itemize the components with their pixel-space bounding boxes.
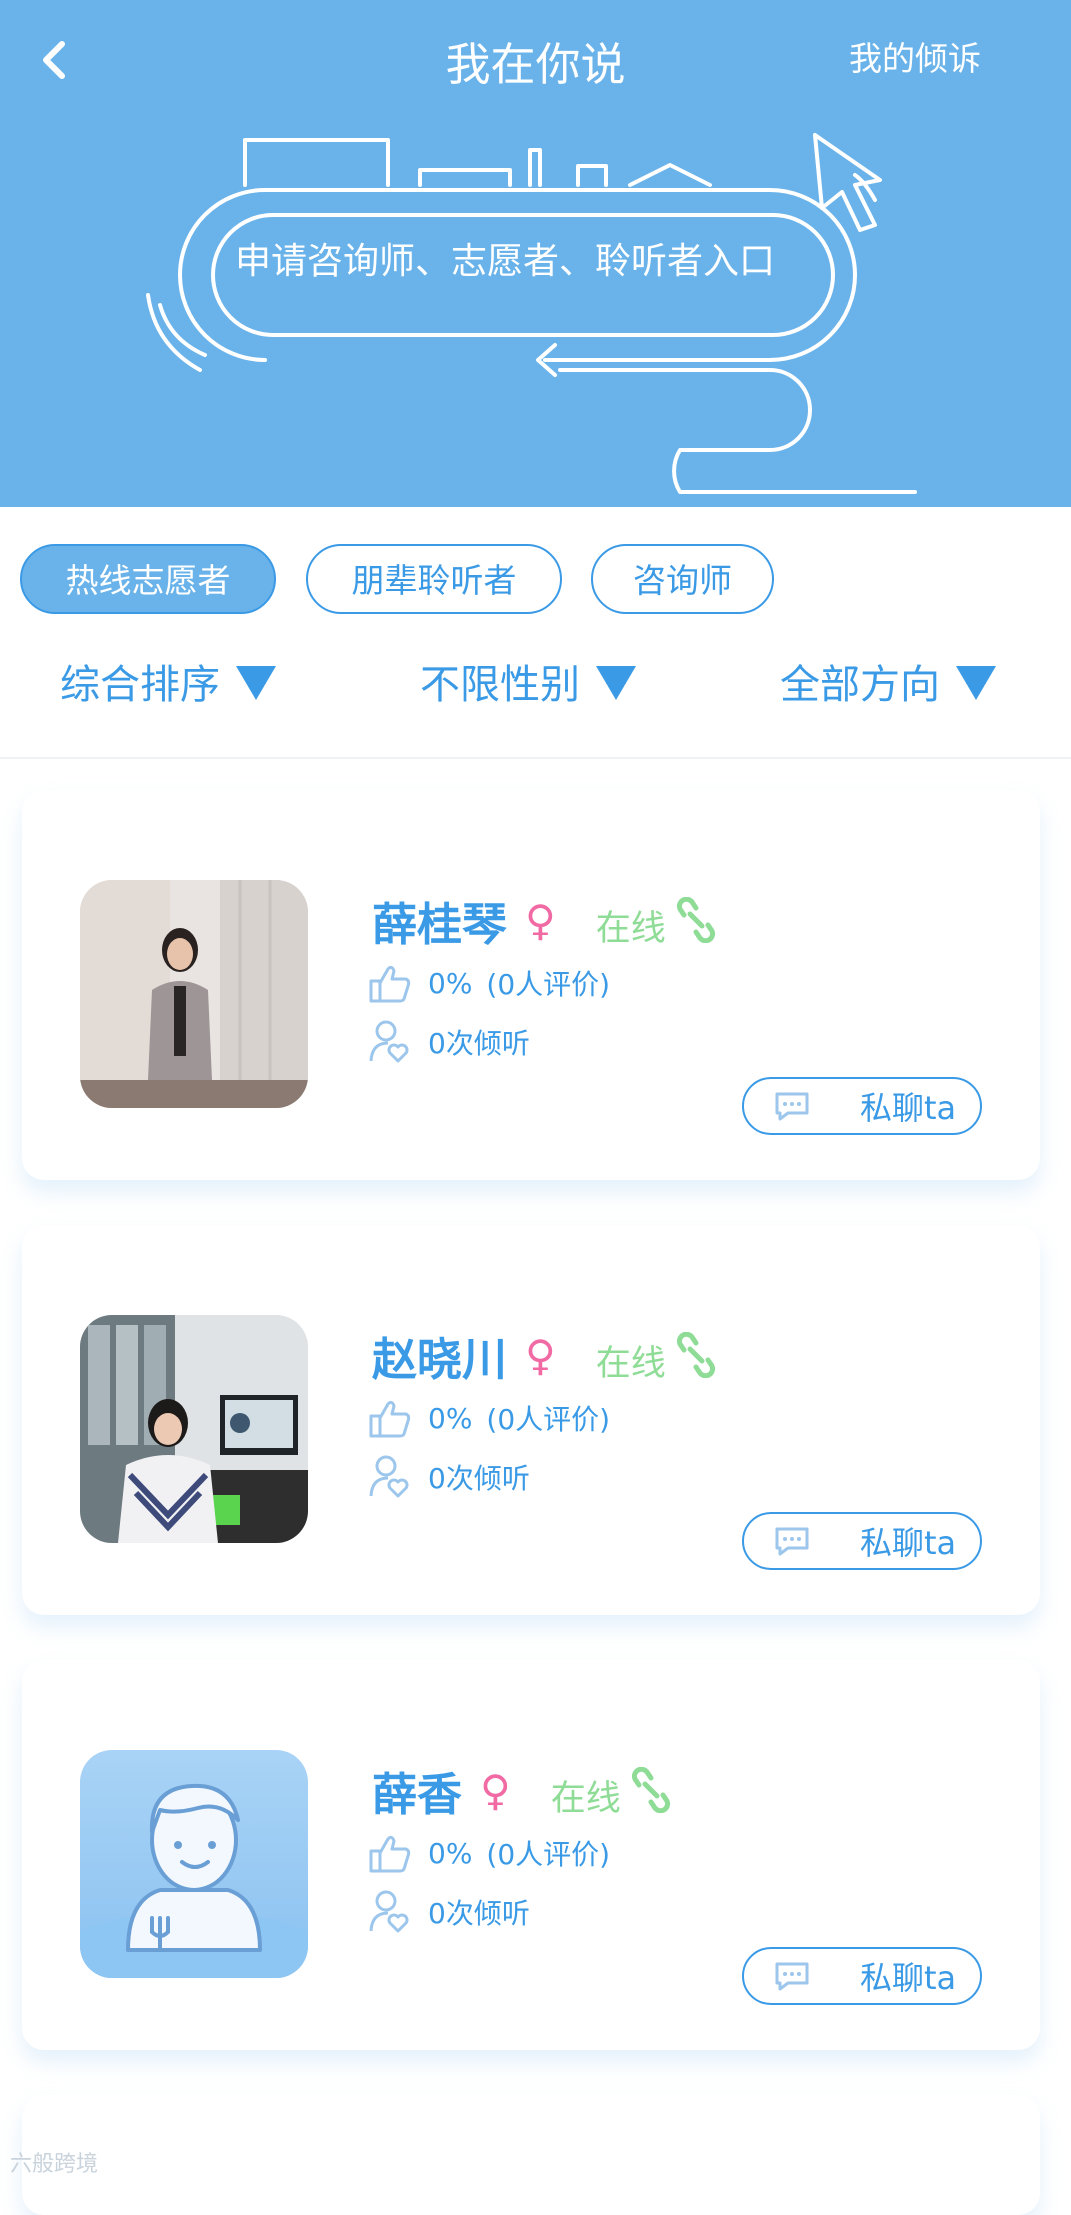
listener-heart-icon xyxy=(369,1890,409,1933)
private-chat-button[interactable]: 私聊ta xyxy=(742,1512,982,1570)
my-talks-link[interactable]: 我的倾诉 xyxy=(849,32,981,80)
listen-row: 0次倾听 xyxy=(368,1887,530,1937)
triangle-down-icon xyxy=(956,666,996,700)
online-status: 在线 xyxy=(595,1343,666,1384)
tab-counselor[interactable]: 咨询师 xyxy=(591,544,774,614)
private-chat-label: 私聊ta xyxy=(860,1959,957,1997)
rating-value: 0% xyxy=(428,1401,473,1435)
header-banner: 我在你说 我的倾诉 申请咨询师、志愿者、聆听者入口 xyxy=(0,0,1071,507)
listen-count: 0次倾听 xyxy=(428,1462,530,1495)
rating-row: 0% (0人评价) xyxy=(368,1828,610,1878)
divider xyxy=(0,757,1071,759)
rating-value: 0% xyxy=(428,966,473,1000)
listen-row: 0次倾听 xyxy=(368,1017,530,1067)
chat-icon xyxy=(775,1962,809,1991)
rating-value: 0% xyxy=(428,1836,473,1870)
counselor-name: 薛桂琴 xyxy=(372,897,508,951)
name-row: 赵晓川 ♀ 在线 xyxy=(372,1320,716,1390)
counselor-card[interactable]: 赵晓川 ♀ 在线 0% (0人评价) 0次倾听 私聊ta xyxy=(22,1225,1040,1615)
category-tabs: 热线志愿者 朋辈聆听者 咨询师 xyxy=(0,540,1071,620)
chat-icon xyxy=(775,1092,809,1121)
private-chat-label: 私聊ta xyxy=(860,1089,957,1127)
apply-entry-link[interactable]: 申请咨询师、志愿者、聆听者入口 xyxy=(215,232,795,284)
listener-heart-icon xyxy=(369,1455,409,1498)
rating-row: 0% (0人评价) xyxy=(368,958,610,1008)
name-row: 薛桂琴 ♀ 在线 xyxy=(372,885,716,955)
counselor-name: 薛香 xyxy=(372,1767,463,1821)
gender-filter-label: 不限性别 xyxy=(420,662,580,708)
triangle-down-icon xyxy=(236,666,276,700)
sort-filter[interactable]: 综合排序 xyxy=(60,650,276,720)
online-status: 在线 xyxy=(595,908,666,949)
triangle-down-icon xyxy=(596,666,636,700)
online-status: 在线 xyxy=(550,1778,621,1819)
rating-row: 0% (0人评价) xyxy=(368,1393,610,1443)
direction-filter-label: 全部方向 xyxy=(780,662,940,708)
banner-illustration xyxy=(146,133,917,494)
female-icon: ♀ xyxy=(525,1330,556,1380)
direction-filter[interactable]: 全部方向 xyxy=(780,650,996,720)
tab-hotline-volunteer[interactable]: 热线志愿者 xyxy=(20,544,276,614)
filter-bar: 综合排序 不限性别 全部方向 xyxy=(0,650,1071,720)
gender-filter[interactable]: 不限性别 xyxy=(420,650,636,720)
counselor-card[interactable]: 薛香 ♀ 在线 0% (0人评价) 0次倾听 私聊ta xyxy=(22,1660,1040,2050)
private-chat-label: 私聊ta xyxy=(860,1524,957,1562)
watermark: 六般跨境 xyxy=(10,2152,99,2177)
counselor-card[interactable] xyxy=(22,2095,1040,2215)
default-avatar-icon xyxy=(80,1750,308,1978)
counselor-card[interactable]: 薛桂琴 ♀ 在线 0% (0人评价) 0次倾听 私聊ta xyxy=(22,790,1040,1180)
review-count: (0人评价) xyxy=(486,1838,611,1871)
link-icon xyxy=(676,897,715,943)
link-icon xyxy=(631,1767,670,1813)
sort-filter-label: 综合排序 xyxy=(60,662,220,708)
listen-count: 0次倾听 xyxy=(428,1027,530,1060)
thumbs-up-icon xyxy=(369,1400,411,1438)
review-count: (0人评价) xyxy=(486,968,611,1001)
tab-peer-listener[interactable]: 朋辈聆听者 xyxy=(306,544,562,614)
listen-count: 0次倾听 xyxy=(428,1897,530,1930)
private-chat-button[interactable]: 私聊ta xyxy=(742,1947,982,2005)
review-count: (0人评价) xyxy=(486,1403,611,1436)
link-icon xyxy=(676,1332,715,1378)
avatar xyxy=(80,880,308,1108)
private-chat-button[interactable]: 私聊ta xyxy=(742,1077,982,1135)
avatar xyxy=(80,1315,308,1543)
listener-heart-icon xyxy=(369,1020,409,1063)
thumbs-up-icon xyxy=(369,965,411,1003)
counselor-name: 赵晓川 xyxy=(372,1332,508,1386)
name-row: 薛香 ♀ 在线 xyxy=(372,1755,671,1825)
chat-icon xyxy=(775,1527,809,1556)
female-icon: ♀ xyxy=(525,895,556,945)
female-icon: ♀ xyxy=(480,1765,511,1815)
listen-row: 0次倾听 xyxy=(368,1452,530,1502)
thumbs-up-icon xyxy=(369,1835,411,1873)
avatar xyxy=(80,1750,308,1978)
